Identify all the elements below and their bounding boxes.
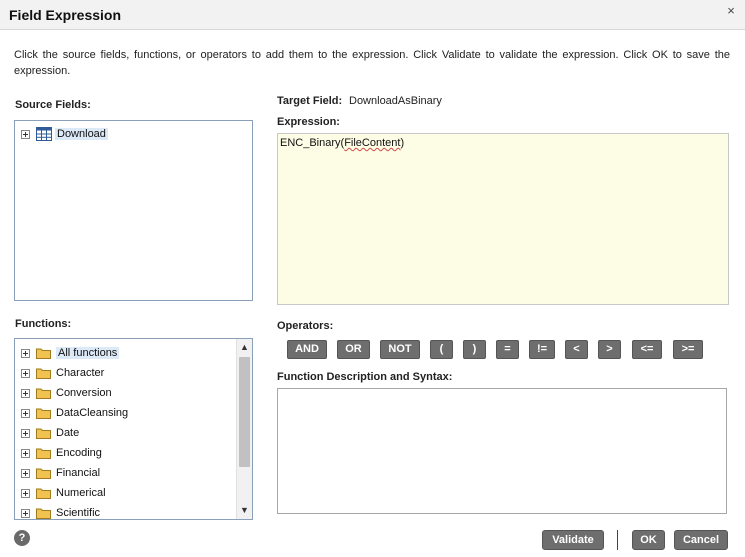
- function-category[interactable]: Scientific: [21, 504, 101, 519]
- function-category[interactable]: Character: [21, 364, 104, 382]
- expression-label: Expression:: [277, 116, 340, 128]
- expand-icon[interactable]: [21, 428, 30, 438]
- scroll-thumb[interactable]: [239, 357, 250, 467]
- operator-greater-equal-button[interactable]: >=: [673, 340, 703, 359]
- function-category-label: Scientific: [56, 507, 101, 519]
- cancel-button[interactable]: Cancel: [674, 530, 728, 550]
- expand-icon[interactable]: [21, 368, 30, 378]
- folder-icon: [36, 348, 51, 359]
- folder-icon: [36, 488, 51, 499]
- validate-button[interactable]: Validate: [542, 530, 604, 550]
- scroll-up-icon[interactable]: ▲: [237, 340, 252, 355]
- expression-argument: FileContent: [344, 137, 401, 149]
- source-field-label: Download: [55, 128, 108, 140]
- function-category-label: Character: [56, 367, 105, 379]
- function-description-label: Function Description and Syntax:: [277, 371, 453, 383]
- operator-not-button[interactable]: NOT: [380, 340, 420, 359]
- expand-icon[interactable]: [21, 348, 30, 358]
- folder-icon: [36, 448, 51, 459]
- operator-or-button[interactable]: OR: [337, 340, 370, 359]
- folder-icon: [36, 368, 51, 379]
- folder-icon: [36, 408, 51, 419]
- table-icon: [36, 127, 52, 141]
- function-category[interactable]: Numerical: [21, 484, 106, 502]
- target-field-value: DownloadAsBinary: [349, 95, 442, 107]
- expand-icon[interactable]: [21, 129, 30, 139]
- expand-icon[interactable]: [21, 468, 30, 478]
- function-category[interactable]: Financial: [21, 464, 100, 482]
- function-category[interactable]: Conversion: [21, 384, 112, 402]
- source-field-item-download[interactable]: Download: [21, 125, 108, 143]
- function-category-label: All functions: [56, 347, 120, 359]
- function-category[interactable]: DataCleansing: [21, 404, 128, 422]
- title-bar: Field Expression ×: [0, 0, 745, 30]
- function-category[interactable]: All functions: [21, 344, 120, 362]
- expression-function: ENC_Binary(: [280, 137, 345, 149]
- operator-less-equal-button[interactable]: <=: [632, 340, 662, 359]
- function-category[interactable]: Date: [21, 424, 79, 442]
- folder-icon: [36, 388, 51, 399]
- button-separator: [617, 530, 618, 550]
- expression-text: ENC_Binary(FileContent): [280, 137, 404, 149]
- help-icon[interactable]: ?: [14, 530, 30, 546]
- ok-button[interactable]: OK: [632, 530, 665, 550]
- operator-greater-than-button[interactable]: >: [598, 340, 621, 359]
- source-fields-tree[interactable]: Download: [14, 120, 253, 301]
- functions-label: Functions:: [15, 318, 72, 330]
- operator-equals-button[interactable]: =: [496, 340, 519, 359]
- function-category-label: Conversion: [56, 387, 112, 399]
- operator-open-paren-button[interactable]: (: [430, 340, 453, 359]
- operator-and-button[interactable]: AND: [287, 340, 327, 359]
- instructions-text: Click the source fields, functions, or o…: [14, 49, 730, 77]
- expand-icon[interactable]: [21, 508, 30, 518]
- operators-label: Operators:: [277, 320, 334, 332]
- operator-less-than-button[interactable]: <: [565, 340, 588, 359]
- expression-editor[interactable]: ENC_Binary(FileContent): [277, 133, 729, 305]
- function-category-label: Encoding: [56, 447, 102, 459]
- function-category-label: DataCleansing: [56, 407, 129, 419]
- function-category-label: Numerical: [56, 487, 106, 499]
- source-fields-label: Source Fields:: [15, 99, 91, 111]
- scroll-down-icon[interactable]: ▼: [237, 503, 252, 518]
- expression-suffix: ): [400, 137, 405, 149]
- function-category[interactable]: Encoding: [21, 444, 102, 462]
- functions-scrollbar[interactable]: ▲ ▼: [236, 339, 252, 519]
- folder-icon: [36, 428, 51, 439]
- expand-icon[interactable]: [21, 488, 30, 498]
- dialog-title: Field Expression: [9, 7, 122, 23]
- function-description-box: [277, 388, 727, 514]
- expand-icon[interactable]: [21, 388, 30, 398]
- expand-icon[interactable]: [21, 408, 30, 418]
- target-field-label: Target Field:: [277, 95, 343, 107]
- folder-icon: [36, 468, 51, 479]
- operator-not-equals-button[interactable]: !=: [529, 340, 555, 359]
- operator-close-paren-button[interactable]: ): [463, 340, 486, 359]
- function-category-label: Financial: [56, 467, 101, 479]
- close-icon[interactable]: ×: [723, 3, 739, 19]
- expand-icon[interactable]: [21, 448, 30, 458]
- function-category-label: Date: [56, 427, 80, 439]
- functions-tree[interactable]: All functions Character Conversion DataC…: [14, 338, 253, 520]
- folder-icon: [36, 508, 51, 519]
